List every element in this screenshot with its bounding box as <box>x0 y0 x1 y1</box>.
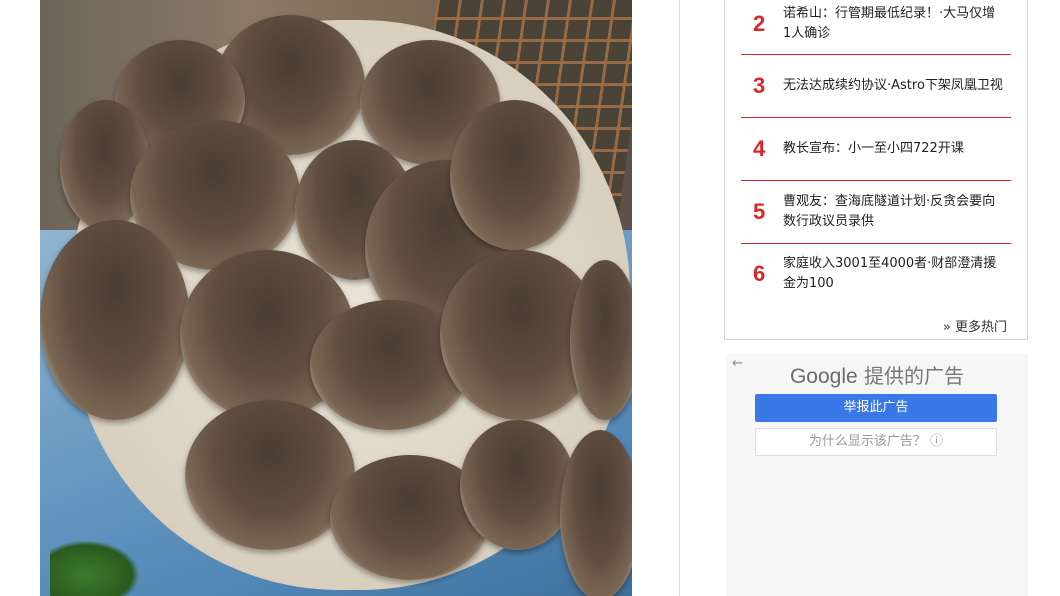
hot-news-title[interactable]: 教长宣布：小一至小四722开课 <box>783 139 1003 159</box>
more-hot-link[interactable]: » 更多热门 <box>943 316 1007 335</box>
hot-news-rank: 2 <box>753 11 766 36</box>
page: 2 诺希山：行管期最低纪录！·大马仅增1人确诊 3 无法达成续约协议·Astro… <box>0 0 1060 596</box>
hot-news-title[interactable]: 诺希山：行管期最低纪录！·大马仅增1人确诊 <box>783 4 1003 44</box>
mushroom <box>560 430 632 596</box>
google-ad-panel: ← Google 提供的广告 举报此广告 为什么显示该广告？ ⓘ <box>726 354 1028 596</box>
hot-news-item[interactable]: 3 无法达成续约协议·Astro下架凤凰卫视 <box>741 55 1011 118</box>
mushroom <box>40 220 190 420</box>
hot-news-rank: 3 <box>753 73 766 98</box>
ad-title: Google 提供的广告 <box>726 360 1028 389</box>
article-photo <box>40 0 632 596</box>
hot-news-title[interactable]: 无法达成续约协议·Astro下架凤凰卫视 <box>783 76 1003 96</box>
hot-news-rank: 6 <box>753 261 766 286</box>
hot-news-title[interactable]: 曹观友：查海底隧道计划·反贪会要向数行政议员录供 <box>783 192 1003 232</box>
hot-news-list: 2 诺希山：行管期最低纪录！·大马仅增1人确诊 3 无法达成续约协议·Astro… <box>724 0 1028 340</box>
hot-news-item[interactable]: 4 教长宣布：小一至小四722开课 <box>741 118 1011 181</box>
photo-leaf <box>50 540 140 596</box>
mushroom <box>450 100 580 250</box>
hot-news-rank: 4 <box>753 136 766 161</box>
hot-news-title[interactable]: 家庭收入3001至4000者·财部澄清援金为100 <box>783 254 1003 294</box>
mushroom <box>570 260 632 420</box>
google-logo: Google <box>789 365 858 388</box>
hot-news-rank: 5 <box>753 199 766 224</box>
hot-news-item[interactable]: 2 诺希山：行管期最低纪录！·大马仅增1人确诊 <box>741 0 1011 55</box>
why-this-ad-button[interactable]: 为什么显示该广告？ ⓘ <box>755 428 997 456</box>
ad-title-suffix: 提供的广告 <box>857 364 965 388</box>
hot-news-item[interactable]: 6 家庭收入3001至4000者·财部澄清援金为100 <box>741 243 1011 305</box>
hot-news-item[interactable]: 5 曹观友：查海底隧道计划·反贪会要向数行政议员录供 <box>741 181 1011 244</box>
mushroom <box>185 400 355 550</box>
mushroom <box>460 420 575 550</box>
column-divider <box>679 0 680 596</box>
report-ad-button[interactable]: 举报此广告 <box>755 394 997 422</box>
